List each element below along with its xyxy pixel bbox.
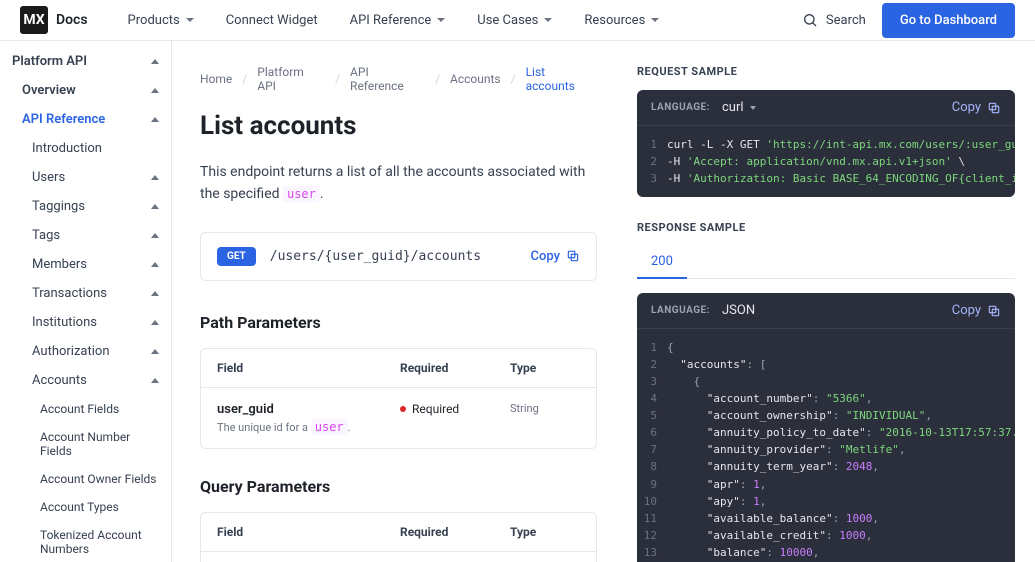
- language-label: LANGUAGE:: [651, 305, 710, 316]
- sidebar-item-authorization[interactable]: Authorization: [0, 337, 171, 366]
- chevron-down-icon: [750, 106, 756, 110]
- breadcrumb-home[interactable]: Home: [200, 72, 232, 86]
- sidebar-item-institutions[interactable]: Institutions: [0, 308, 171, 337]
- request-sample-heading: REQUEST SAMPLE: [637, 65, 1015, 78]
- copy-icon: [566, 249, 580, 263]
- language-label: LANGUAGE:: [651, 102, 710, 113]
- sidebar-platform-api[interactable]: Platform API: [0, 47, 171, 76]
- chevron-up-icon: [151, 291, 159, 296]
- nav-resources[interactable]: Resources: [584, 13, 659, 28]
- copy-icon: [987, 101, 1001, 115]
- copy-endpoint-button[interactable]: Copy: [531, 249, 580, 264]
- sidebar-item-account-number-fields[interactable]: Account Number Fields: [0, 423, 171, 465]
- chevron-up-icon: [151, 204, 159, 209]
- sidebar-item-tags[interactable]: Tags: [0, 221, 171, 250]
- breadcrumb-accounts[interactable]: Accounts: [450, 72, 501, 86]
- inline-code-user: user: [283, 186, 320, 202]
- response-tabs: 200: [637, 246, 1015, 279]
- col-field: Field: [217, 525, 400, 539]
- sidebar-overview[interactable]: Overview: [0, 76, 171, 105]
- nav-products[interactable]: Products: [128, 13, 194, 28]
- method-chip: GET: [217, 247, 256, 266]
- param-required: Required: [400, 402, 510, 416]
- sidebar-item-members[interactable]: Members: [0, 250, 171, 279]
- sidebar-item-introduction[interactable]: Introduction: [0, 134, 171, 163]
- chevron-down-icon: [437, 18, 445, 22]
- sidebar-item-account-types[interactable]: Account Types: [0, 493, 171, 521]
- response-sample-heading: RESPONSE SAMPLE: [637, 221, 1015, 234]
- copy-response-button[interactable]: Copy: [952, 303, 1001, 318]
- search-button[interactable]: Search: [802, 12, 866, 28]
- chevron-up-icon: [151, 175, 159, 180]
- logo-icon: MX: [20, 6, 48, 34]
- query-params-heading: Query Parameters: [200, 477, 597, 496]
- sidebar-item-account-owner-fields[interactable]: Account Owner Fields: [0, 465, 171, 493]
- side-panel: REQUEST SAMPLE LANGUAGE: curl Copy 1curl…: [625, 41, 1035, 562]
- breadcrumb: Home/ Platform API/ API Reference/ Accou…: [200, 65, 597, 93]
- nav-api-reference[interactable]: API Reference: [350, 13, 446, 28]
- nav-use-cases[interactable]: Use Cases: [477, 13, 552, 28]
- chevron-up-icon: [151, 88, 159, 93]
- response-code-block: LANGUAGE: JSON Copy 1{2 "accounts": [3 {…: [637, 293, 1015, 562]
- param-desc: The unique id for a user.: [217, 420, 400, 434]
- chevron-down-icon: [544, 18, 552, 22]
- copy-request-button[interactable]: Copy: [952, 100, 1001, 115]
- chevron-up-icon: [151, 378, 159, 383]
- col-field: Field: [217, 361, 400, 375]
- nav-connect-widget[interactable]: Connect Widget: [226, 13, 318, 28]
- sidebar-api-reference[interactable]: API Reference: [0, 105, 171, 134]
- endpoint-path: /users/{user_guid}/accounts: [270, 249, 517, 264]
- chevron-up-icon: [151, 320, 159, 325]
- param-name: user_guid: [217, 402, 400, 417]
- chevron-down-icon: [651, 18, 659, 22]
- sidebar-item-users[interactable]: Users: [0, 163, 171, 192]
- language-select[interactable]: curl: [722, 100, 756, 115]
- param-row: user_guid The unique id for a user.Requir…: [201, 387, 596, 448]
- chevron-up-icon: [151, 59, 159, 64]
- param-type: String: [510, 402, 580, 415]
- col-type: Type: [510, 361, 580, 375]
- query-params-table: Field Required Type member_is_managed_by…: [200, 512, 597, 562]
- sidebar-item-taggings[interactable]: Taggings: [0, 192, 171, 221]
- sidebar-item-tokenized-account-numbers[interactable]: Tokenized Account Numbers: [0, 521, 171, 562]
- chevron-up-icon: [151, 233, 159, 238]
- logo[interactable]: MX Docs: [20, 6, 88, 34]
- path-params-table: Field Required Type user_guid The unique …: [200, 348, 597, 449]
- search-icon: [802, 12, 818, 28]
- header: MX Docs Products Connect Widget API Refe…: [0, 0, 1035, 41]
- chevron-down-icon: [186, 18, 194, 22]
- breadcrumb-platform-api[interactable]: Platform API: [257, 65, 325, 93]
- col-required: Required: [400, 525, 510, 539]
- sidebar-item-account-fields[interactable]: Account Fields: [0, 395, 171, 423]
- path-params-heading: Path Parameters: [200, 313, 597, 332]
- chevron-up-icon: [151, 349, 159, 354]
- request-code-block: LANGUAGE: curl Copy 1curl -L -X GET 'htt…: [637, 90, 1015, 197]
- sidebar-item-transactions[interactable]: Transactions: [0, 279, 171, 308]
- col-required: Required: [400, 361, 510, 375]
- language-json: JSON: [722, 303, 755, 318]
- tab-200[interactable]: 200: [637, 246, 687, 279]
- page-description: This endpoint returns a list of all the …: [200, 161, 597, 206]
- sidebar-item-accounts[interactable]: Accounts: [0, 366, 171, 395]
- breadcrumb-current: List accounts: [526, 65, 597, 93]
- page-title: List accounts: [200, 111, 597, 141]
- logo-text: Docs: [56, 12, 88, 28]
- copy-icon: [987, 304, 1001, 318]
- endpoint-box: GET /users/{user_guid}/accounts Copy: [200, 232, 597, 281]
- sidebar: Platform API Overview API Reference Intr…: [0, 41, 172, 562]
- breadcrumb-api-reference[interactable]: API Reference: [350, 65, 425, 93]
- main-content: Home/ Platform API/ API Reference/ Accou…: [172, 41, 625, 562]
- chevron-up-icon: [151, 262, 159, 267]
- dashboard-button[interactable]: Go to Dashboard: [882, 3, 1015, 38]
- param-row: member_is_managed_by_userList only accou…: [201, 551, 596, 562]
- chevron-up-icon: [151, 117, 159, 122]
- nav: Products Connect Widget API Reference Us…: [128, 13, 802, 28]
- col-type: Type: [510, 525, 580, 539]
